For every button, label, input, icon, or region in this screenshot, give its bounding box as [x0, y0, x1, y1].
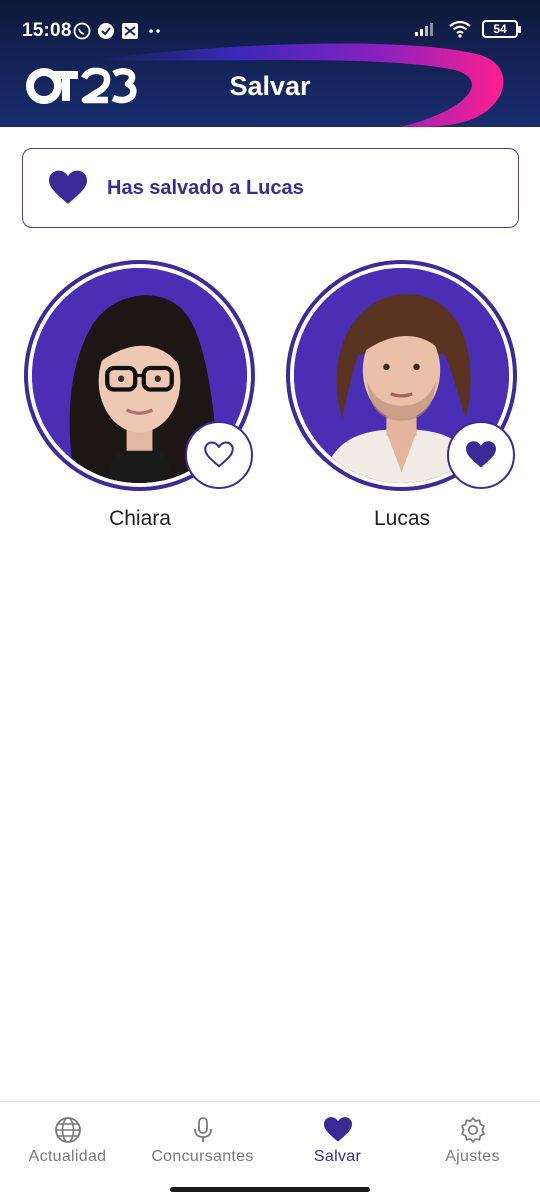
contestant-name: Chiara [109, 507, 171, 530]
heart-outline-icon [204, 441, 234, 468]
page-title: Salvar [229, 71, 311, 101]
avatar-ring [286, 260, 517, 491]
avatar-ring [24, 260, 255, 491]
whatsapp-icon [73, 22, 91, 40]
signal-icon [415, 23, 433, 36]
gesture-bar[interactable] [170, 1187, 370, 1192]
contestant-card-chiara[interactable]: Chiara [24, 260, 256, 531]
saved-message: Has salvado a Lucas [107, 176, 304, 199]
wifi-icon [449, 20, 471, 38]
nav-label: Concursantes [151, 1148, 254, 1165]
nav-label: Ajustes [445, 1148, 500, 1165]
nav-label: Salvar [313, 1148, 362, 1165]
globe-icon [54, 1117, 81, 1143]
nav-item-salvar[interactable]: Salvar [270, 1102, 405, 1174]
heart-icon [323, 1117, 352, 1142]
more-dots-icon [149, 29, 160, 33]
status-time: 15:08 [22, 20, 72, 41]
nav-label: Actualidad [28, 1148, 107, 1165]
tiktok-icon [122, 23, 138, 39]
nav-item-actualidad[interactable]: Actualidad [0, 1102, 135, 1174]
save-button-lucas[interactable] [447, 421, 515, 489]
app-screen: 15:08 54 Salvar Has salvado a Lucas Chia… [0, 0, 540, 1200]
check-circle-icon [98, 23, 114, 39]
save-button-chiara[interactable] [185, 421, 253, 489]
contestant-name: Lucas [373, 507, 431, 530]
battery-level: 54 [493, 22, 507, 36]
heart-filled-icon [466, 441, 496, 468]
heart-filled-icon [49, 170, 87, 204]
bottom-nav: Actualidad Concursantes Salvar Ajustes [0, 1101, 540, 1200]
header: 15:08 54 Salvar [0, 0, 540, 127]
contestant-card-lucas[interactable]: Lucas [286, 260, 518, 531]
status-notification-icons [73, 22, 165, 40]
status-bar: 15:08 54 [0, 0, 540, 60]
saved-banner: Has salvado a Lucas [22, 148, 519, 228]
battery-icon: 54 [482, 20, 521, 38]
status-system-icons: 54 [414, 20, 521, 38]
microphone-icon [193, 1117, 212, 1142]
nav-item-concursantes[interactable]: Concursantes [135, 1102, 270, 1174]
nav-item-ajustes[interactable]: Ajustes [405, 1102, 540, 1174]
gear-icon [460, 1117, 485, 1143]
